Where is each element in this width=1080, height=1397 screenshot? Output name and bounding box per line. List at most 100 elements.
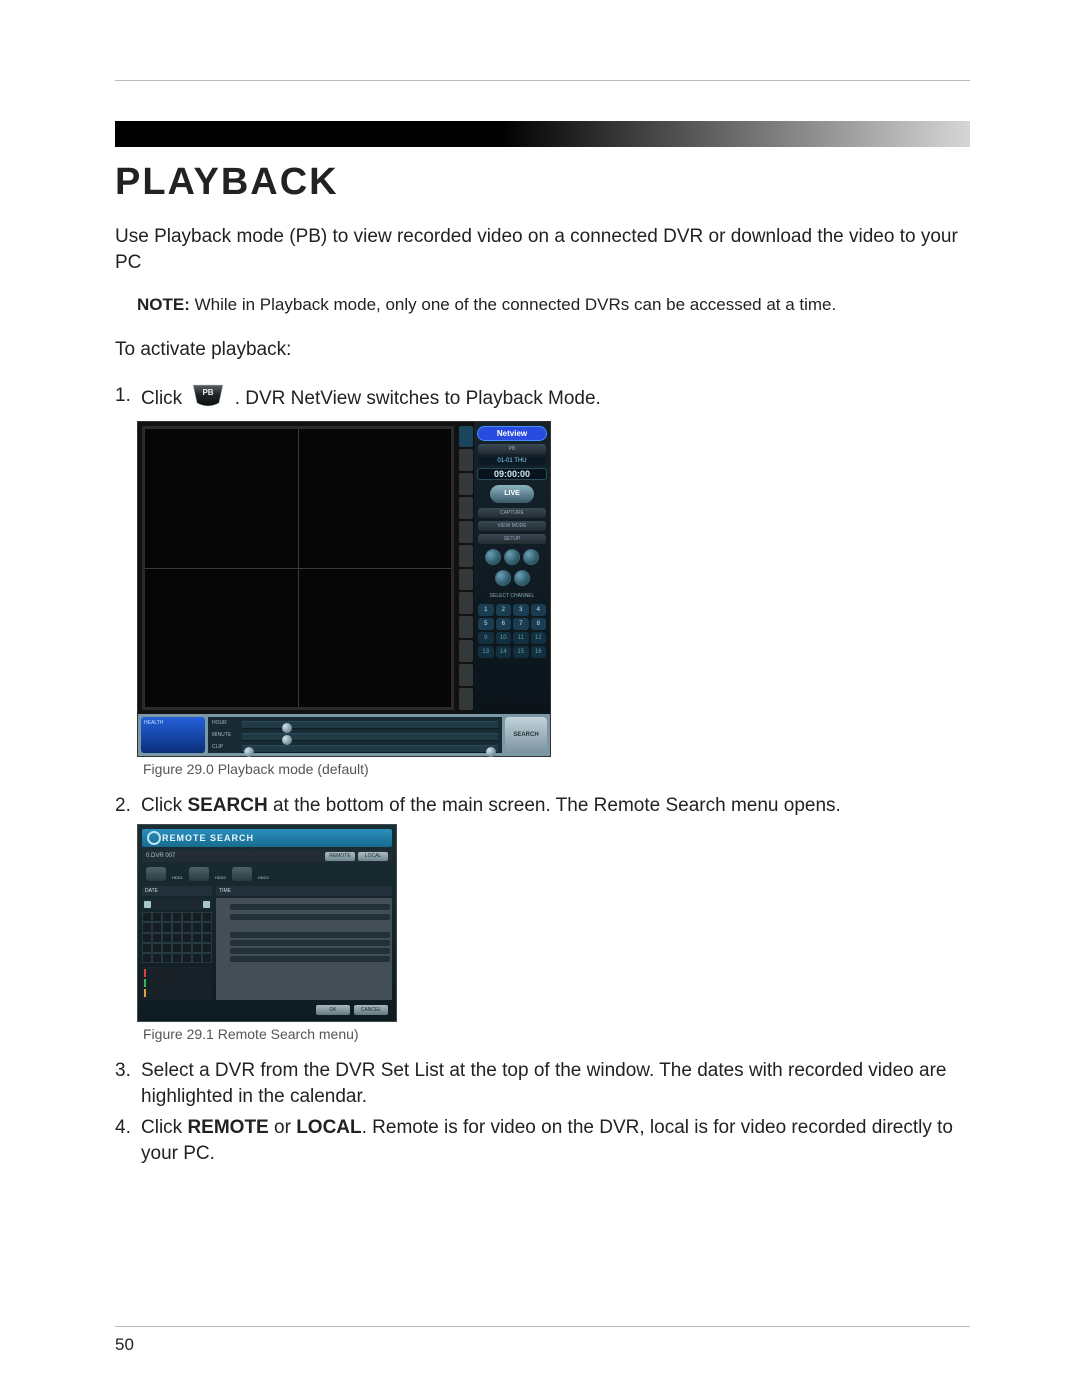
manual-page: PLAYBACK Use Playback mode (PB) to view … [0,0,1080,1397]
step-1-body: Click PB . DVR NetView switches to Playb… [141,383,970,415]
step-4-or: or [269,1117,296,1138]
section-heading: PLAYBACK [115,161,970,204]
date-label: DATE [142,886,212,896]
step-4-remote: REMOTE [187,1117,268,1138]
step-3-body: Select a DVR from the DVR Set List at th… [141,1058,970,1109]
ch-14[interactable]: 14 [496,646,512,658]
ch-3[interactable]: 3 [513,604,529,616]
channel-scroll-column[interactable] [458,422,474,714]
video-grid-2x2[interactable] [142,426,454,710]
round-button-2[interactable] [504,549,520,565]
ch-10[interactable]: 10 [496,632,512,644]
step-4-number: 4. [115,1115,141,1141]
hdd3-icon[interactable] [232,867,252,881]
dvr-label[interactable]: 0.DVR 007 [146,853,175,859]
clip-label: CLIP [212,744,223,750]
svg-text:PB: PB [203,388,214,397]
top-rule [115,80,970,81]
ok-button[interactable]: OK [316,1005,350,1015]
clip-knob-end[interactable] [486,747,496,757]
hdd1-icon[interactable] [146,867,166,881]
timeline-area[interactable]: HOUR MINUTE CLIP [208,717,502,753]
date-display: 01-01 THU [478,457,546,465]
calendar-grid[interactable] [142,912,212,963]
note-label: NOTE: [137,295,190,314]
clip-knob-start[interactable] [244,747,254,757]
setup-button[interactable]: SETUP [478,534,546,544]
capture-button[interactable]: CAPTURE [478,508,546,518]
select-channel-label: SELECT CHANNEL [478,593,546,599]
remote-button[interactable]: REMOTE [325,852,355,861]
step-2-pre: Click [141,795,187,816]
ch-9[interactable]: 9 [478,632,494,644]
step-3-number: 3. [115,1058,141,1084]
time-label: TIME [216,886,392,896]
ch-11[interactable]: 11 [513,632,529,644]
live-button[interactable]: LIVE [490,485,534,503]
netview-logo: Netview [477,426,547,441]
note-body: While in Playback mode, only one of the … [190,295,836,314]
dvr-set-row: 0.DVR 007 REMOTE LOCAL [142,850,392,862]
local-button[interactable]: LOCAL [358,852,388,861]
cal-prev-icon[interactable] [144,901,151,908]
step-3: 3. Select a DVR from the DVR Set List at… [115,1058,970,1109]
step-4-pre: Click [141,1117,187,1138]
ch-5[interactable]: 5 [478,618,494,630]
ch-4[interactable]: 4 [531,604,547,616]
remote-search-footer: OK CANCEL [142,1003,392,1017]
calendar-header [142,899,212,909]
search-button[interactable]: SEARCH [505,717,547,753]
hdd2-icon[interactable] [189,867,209,881]
legend-motion: MOTION [144,979,210,987]
round-button-3[interactable] [523,549,539,565]
step-4-local: LOCAL [296,1117,361,1138]
round-button-1[interactable] [485,549,501,565]
step-2-post: at the bottom of the main screen. The Re… [268,795,841,816]
round-button-4[interactable] [495,570,511,586]
activate-text: To activate playback: [115,337,970,363]
minute-knob[interactable] [282,735,292,745]
ch-13[interactable]: 13 [478,646,494,658]
step-4: 4. Click REMOTE or LOCAL. Remote is for … [115,1115,970,1166]
ch-16[interactable]: 16 [531,646,547,658]
minute-label: MINUTE [212,732,231,738]
step-2-number: 2. [115,793,141,819]
cancel-button[interactable]: CANCEL [354,1005,388,1015]
cal-next-icon[interactable] [203,901,210,908]
ch-1[interactable]: 1 [478,604,494,616]
bottom-rule [115,1326,970,1327]
viewmode-button[interactable]: VIEW MODE [478,521,546,531]
step-1-post: . DVR NetView switches to Playback Mode. [235,388,601,409]
section-title-bar [115,121,970,147]
ch-8[interactable]: 8 [531,618,547,630]
ch-12[interactable]: 12 [531,632,547,644]
figure-playback-mode: Netview PB 01-01 THU 09:00:00 LIVE CAPTU… [137,421,551,757]
legend-normal: NORMAL [144,989,210,997]
pb-icon[interactable]: PB [191,383,225,415]
health-panel[interactable]: HEALTH [141,717,205,753]
ch-2[interactable]: 2 [496,604,512,616]
step-4-body: Click REMOTE or LOCAL. Remote is for vid… [141,1115,970,1166]
time-grid[interactable] [216,898,392,1000]
step-1: 1. Click PB . DVR NetView switches to Pl… [115,383,970,415]
note: NOTE: While in Playback mode, only one o… [137,295,970,315]
step-1-number: 1. [115,383,141,409]
legend: ALARM MOTION NORMAL [142,966,212,1000]
figure-2-caption: Figure 29.1 Remote Search menu) [143,1026,970,1042]
round-buttons-row [485,549,539,565]
pb-mode-pill[interactable]: PB [478,444,546,454]
round-buttons-row2 [495,570,530,586]
hour-label: HOUR [212,720,227,726]
calendar-panel: DATE ALARM MOTION NORMAL [142,886,212,1000]
figure-remote-search: REMOTE SEARCH 0.DVR 007 REMOTE LOCAL HDD… [137,824,397,1022]
ch-6[interactable]: 6 [496,618,512,630]
legend-alarm: ALARM [144,969,210,977]
ch-15[interactable]: 15 [513,646,529,658]
time-display: 09:00:00 [477,468,547,480]
ch-7[interactable]: 7 [513,618,529,630]
remote-search-title: REMOTE SEARCH [142,829,392,847]
channel-number-grid: 1 2 3 4 5 6 7 8 9 10 11 12 13 14 15 16 [478,604,546,658]
round-button-5[interactable] [514,570,530,586]
step-2-body: Click SEARCH at the bottom of the main s… [141,793,970,819]
hour-knob[interactable] [282,723,292,733]
